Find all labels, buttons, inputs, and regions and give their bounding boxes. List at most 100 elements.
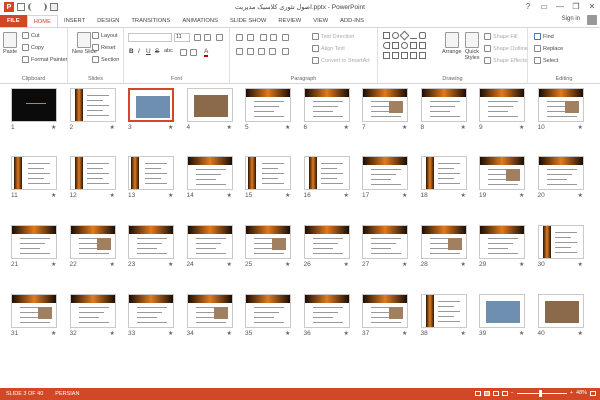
font-name-select[interactable] [128, 33, 172, 42]
italic-button[interactable]: I [138, 48, 140, 55]
shape-outline-button[interactable]: Shape Outline [484, 45, 528, 52]
zoom-in-button[interactable]: + [570, 390, 573, 396]
slide-transition-icon[interactable]: ★ [285, 192, 290, 199]
slide-transition-icon[interactable]: ★ [578, 192, 583, 199]
zoom-slider[interactable] [516, 389, 567, 397]
shape-fill-button[interactable]: Shape Fill [484, 33, 517, 40]
align-right-icon[interactable] [258, 48, 265, 55]
convert-smartart-button[interactable]: Convert to SmartArt [312, 57, 370, 64]
slide-thumbnail[interactable] [128, 225, 174, 259]
help-button[interactable]: ? [520, 0, 536, 12]
tab-view[interactable]: VIEW [307, 15, 334, 27]
triangle-shape-icon[interactable] [392, 42, 399, 49]
oval-shape-icon[interactable] [392, 32, 399, 39]
shapes-gallery[interactable] [383, 30, 439, 66]
slide-transition-icon[interactable]: ★ [51, 261, 56, 268]
slide-transition-icon[interactable]: ★ [519, 261, 524, 268]
slide-thumbnail[interactable] [245, 225, 291, 259]
clear-formatting-icon[interactable] [216, 34, 223, 41]
slide-thumbnail[interactable] [11, 156, 57, 190]
slide-thumbnail[interactable] [11, 88, 57, 122]
bracket-shape-icon[interactable] [392, 52, 399, 59]
zoom-out-button[interactable]: − [511, 390, 514, 396]
slide-thumbnail[interactable] [69, 156, 116, 190]
slide-thumbnail[interactable] [362, 88, 408, 122]
character-spacing-icon[interactable] [180, 49, 187, 56]
slide-thumbnail[interactable] [128, 156, 174, 190]
zoom-slider-thumb[interactable] [538, 389, 542, 397]
section-button[interactable]: Section [92, 56, 119, 63]
font-color-button[interactable]: A [204, 48, 209, 57]
slide-thumbnail[interactable] [245, 156, 291, 190]
slide-transition-icon[interactable]: ★ [285, 261, 290, 268]
slide-transition-icon[interactable]: ★ [168, 124, 173, 131]
slide-thumbnail[interactable] [420, 225, 467, 259]
replace-button[interactable]: Replace [534, 45, 563, 52]
tab-file[interactable]: FILE [0, 15, 27, 27]
redo-icon[interactable] [39, 3, 47, 11]
slide-transition-icon[interactable]: ★ [578, 124, 583, 131]
change-case-icon[interactable] [190, 49, 197, 56]
ribbon-display-icon[interactable]: ▭ [536, 0, 552, 12]
columns-icon[interactable] [282, 48, 289, 55]
slide-transition-icon[interactable]: ★ [110, 330, 115, 337]
normal-view-icon[interactable] [474, 390, 481, 396]
undo-icon[interactable] [28, 3, 36, 11]
strikethrough-button[interactable]: S [155, 48, 159, 55]
slide-thumbnail[interactable] [69, 294, 116, 328]
increase-indent-icon[interactable] [270, 34, 277, 41]
slide-thumbnail[interactable] [479, 225, 525, 259]
slide-thumbnail[interactable] [303, 156, 350, 190]
slide-thumbnail[interactable] [420, 156, 467, 190]
find-button[interactable]: Find [534, 33, 554, 40]
decrease-indent-icon[interactable] [260, 34, 267, 41]
fit-slide-icon[interactable] [590, 390, 596, 396]
tab-animations[interactable]: ANIMATIONS [176, 15, 224, 27]
align-text-button[interactable]: Align Text [312, 45, 345, 52]
close-button[interactable]: ✕ [584, 0, 600, 12]
slide-thumbnail[interactable] [245, 294, 291, 328]
slide-thumbnail[interactable] [479, 156, 525, 190]
slide-thumbnail[interactable] [537, 88, 584, 122]
slide-thumbnail[interactable] [420, 88, 467, 122]
text-direction-button[interactable]: Text Direction [312, 33, 354, 40]
copy-button[interactable]: Copy [22, 44, 44, 51]
slide-thumbnail[interactable] [245, 88, 291, 122]
slide-thumbnail[interactable] [362, 156, 408, 190]
underline-button[interactable]: U [146, 48, 151, 55]
start-slideshow-icon[interactable] [50, 3, 58, 11]
tab-insert[interactable]: INSERT [58, 15, 91, 27]
tab-add-ins[interactable]: ADD-INS [334, 15, 370, 27]
slide-transition-icon[interactable]: ★ [110, 261, 115, 268]
tab-transitions[interactable]: TRANSITIONS [125, 15, 176, 27]
grow-font-icon[interactable] [194, 34, 201, 41]
slide-transition-icon[interactable]: ★ [461, 192, 466, 199]
slide-transition-icon[interactable]: ★ [461, 124, 466, 131]
slide-thumbnail[interactable] [11, 294, 57, 328]
slide-thumbnail[interactable] [186, 294, 233, 328]
slide-transition-icon[interactable]: ★ [168, 192, 173, 199]
slide-thumbnail[interactable] [303, 294, 350, 328]
slide-transition-icon[interactable]: ★ [51, 192, 56, 199]
slide-thumbnail[interactable] [479, 294, 525, 328]
callout-shape-icon[interactable] [419, 42, 426, 49]
reset-button[interactable]: Reset [92, 44, 115, 51]
freeform-shape-icon[interactable] [410, 52, 417, 59]
shape-effects-button[interactable]: Shape Effects [484, 57, 527, 64]
select-button[interactable]: Select [534, 57, 558, 64]
avatar[interactable] [587, 15, 597, 25]
layout-button[interactable]: Layout [92, 32, 118, 39]
slide-thumbnail[interactable] [479, 88, 525, 122]
slide-transition-icon[interactable]: ★ [227, 124, 232, 131]
slide-thumbnail[interactable] [186, 156, 233, 190]
slide-transition-icon[interactable]: ★ [519, 330, 524, 337]
bold-button[interactable]: B [129, 48, 134, 55]
slideshow-view-icon[interactable] [501, 390, 508, 396]
slide-transition-icon[interactable]: ★ [461, 330, 466, 337]
slide-transition-icon[interactable]: ★ [461, 261, 466, 268]
zoom-level[interactable]: 48% [576, 390, 587, 396]
slide-transition-icon[interactable]: ★ [168, 261, 173, 268]
quick-styles-button[interactable]: Quick Styles [462, 32, 482, 61]
font-size-select[interactable]: 11 [174, 33, 190, 42]
slide-transition-icon[interactable]: ★ [227, 330, 232, 337]
